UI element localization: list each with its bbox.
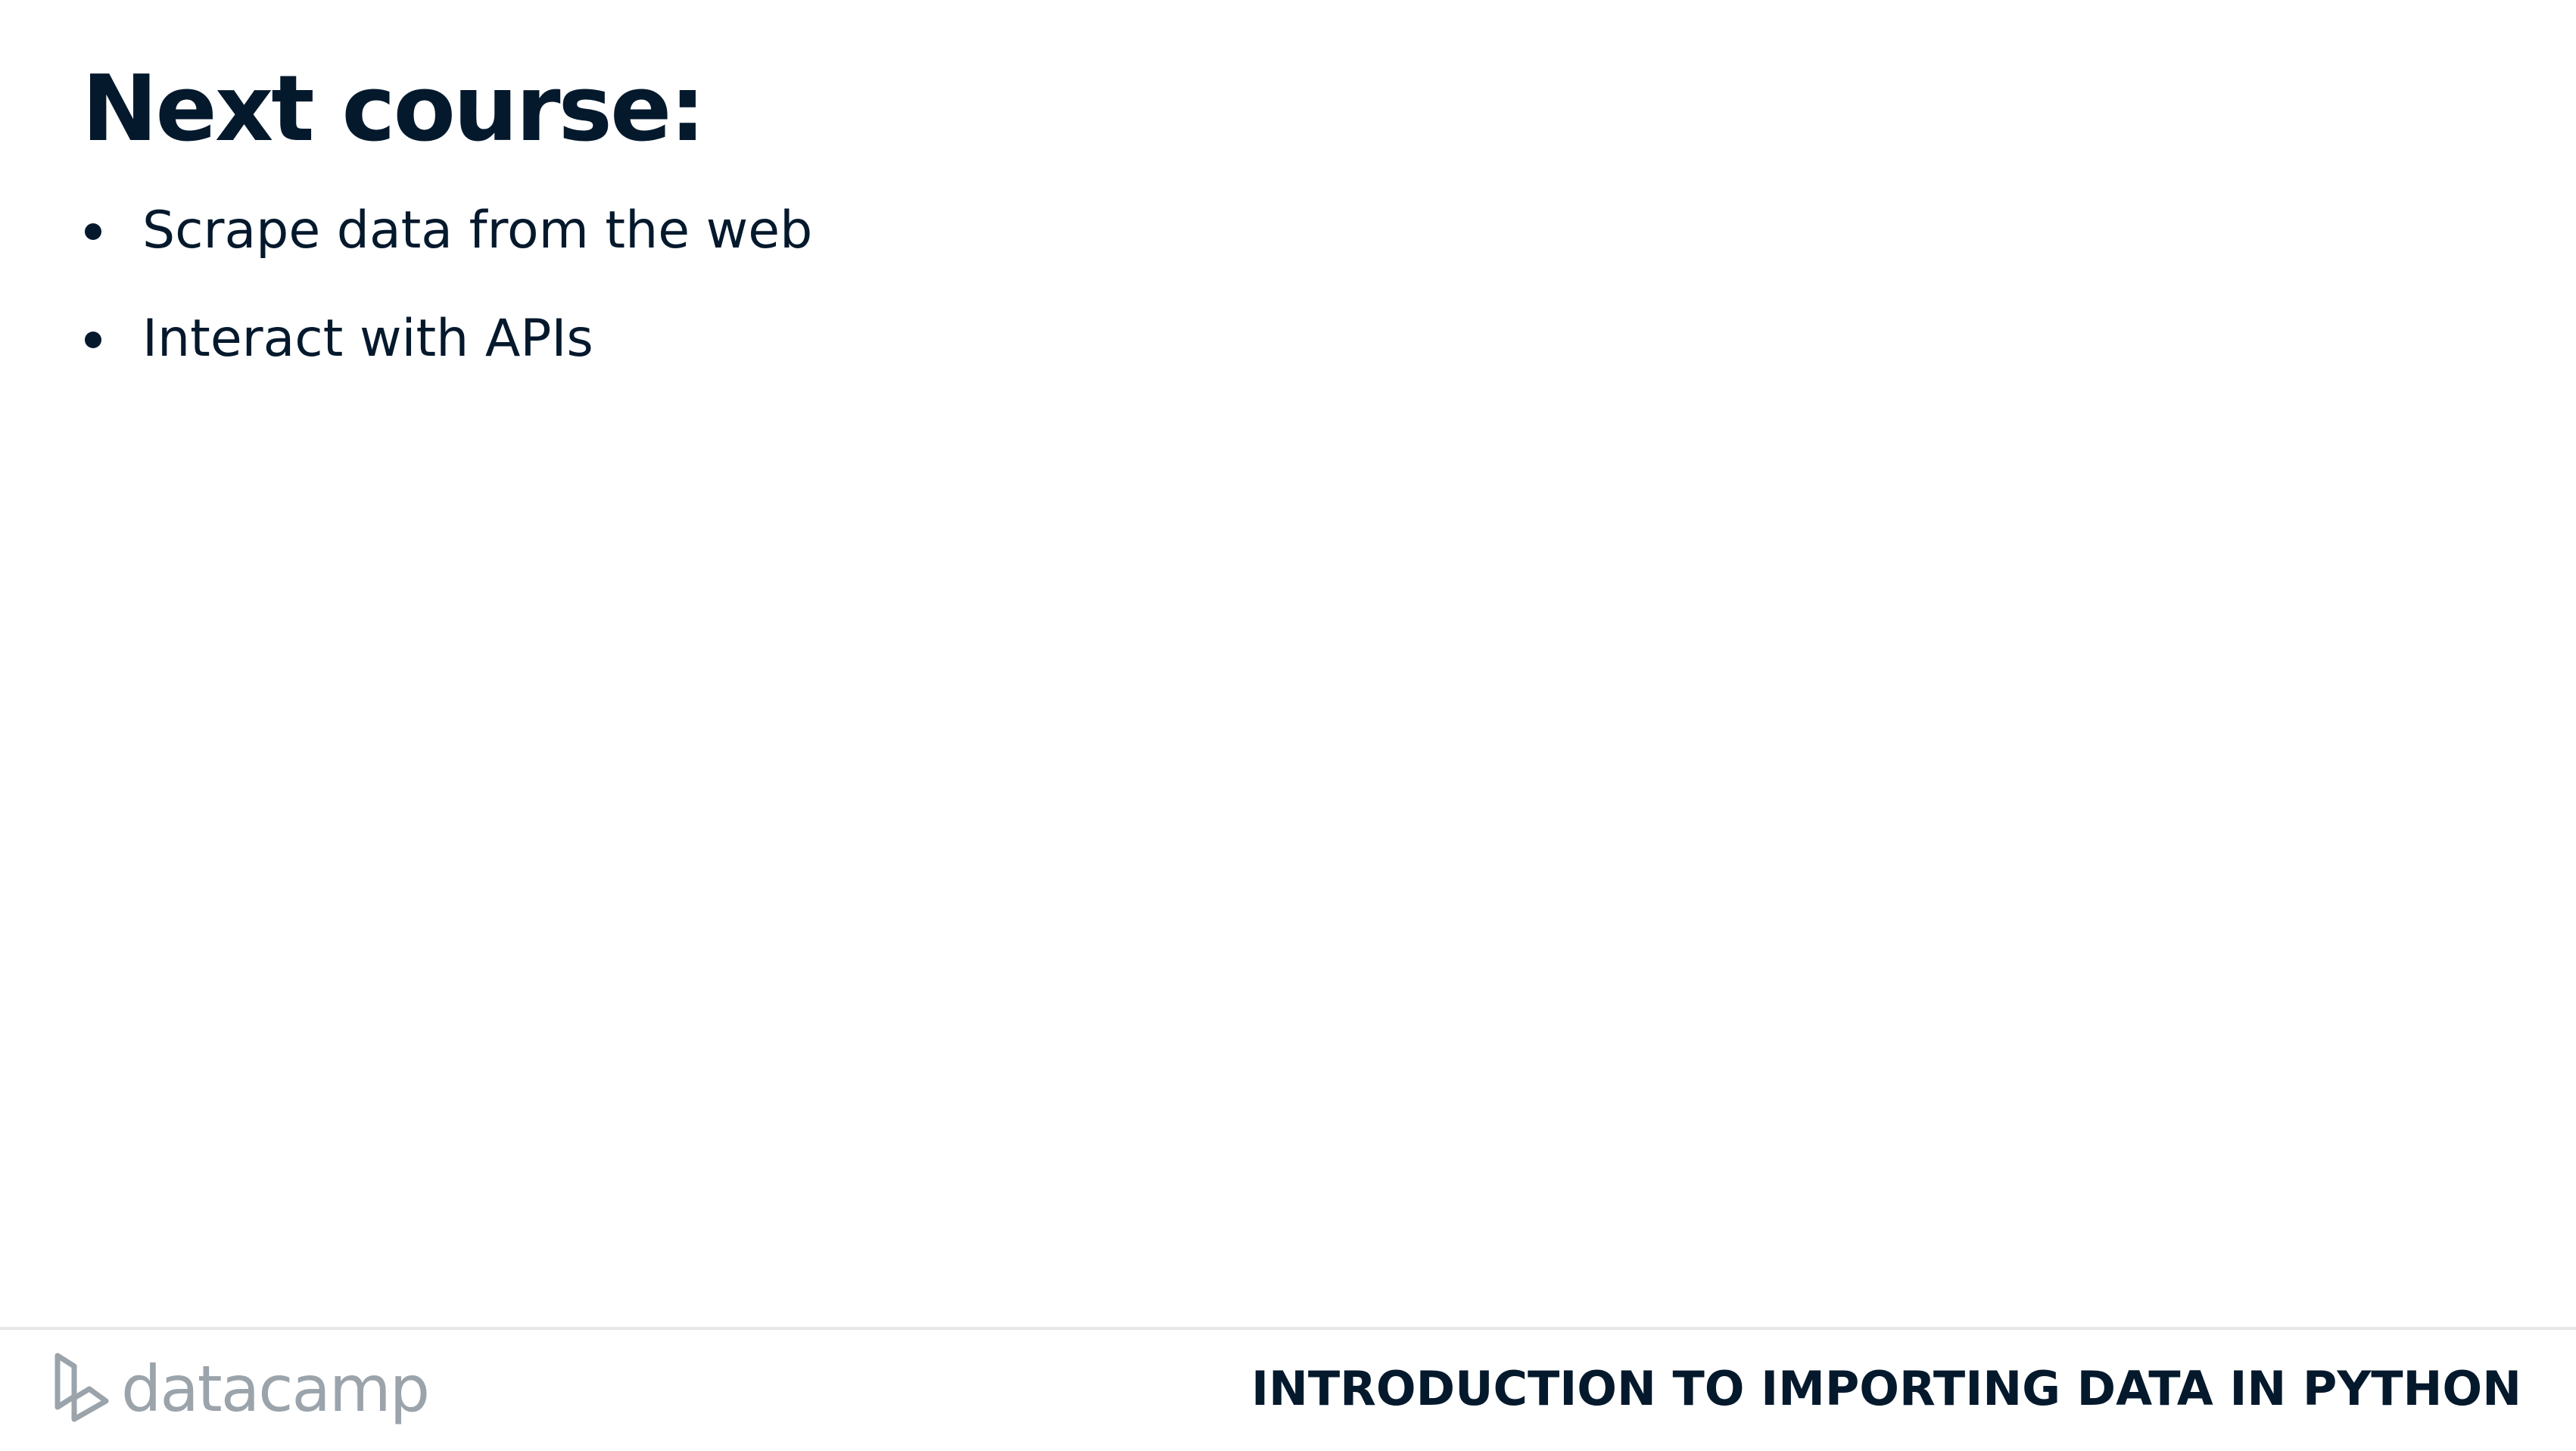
bullet-text: Interact with APIs	[142, 309, 593, 369]
bullet-text: Scrape data from the web	[142, 201, 813, 260]
datacamp-logo: datacamp	[51, 1351, 430, 1427]
course-name: INTRODUCTION TO IMPORTING DATA IN PYTHON	[1251, 1361, 2521, 1416]
datacamp-logo-icon	[55, 1353, 109, 1422]
logo-wordmark: datacamp	[121, 1352, 430, 1426]
footer-divider	[0, 1327, 2576, 1330]
bullet-list: Scrape data from the web Interact with A…	[82, 193, 812, 409]
bullet-item-apis: Interact with APIs	[82, 301, 812, 377]
bullet-dot-icon	[85, 332, 101, 348]
slide-title: Next course:	[82, 57, 706, 162]
bullet-dot-icon	[85, 223, 101, 240]
bullet-item-scrape: Scrape data from the web	[82, 193, 812, 269]
